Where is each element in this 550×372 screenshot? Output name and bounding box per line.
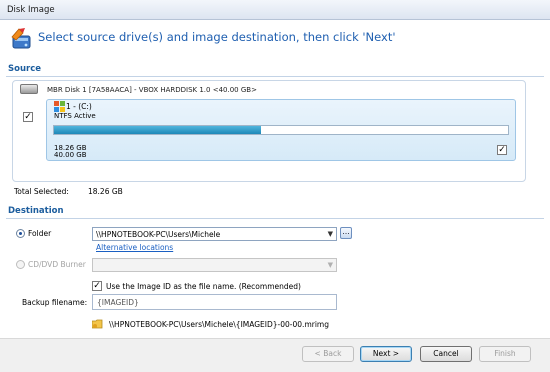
use-image-id-label: Use the Image ID as the file name. (Reco… [106, 282, 301, 291]
use-image-id-checkbox[interactable]: ✓ [92, 281, 102, 291]
cd-dvd-combo[interactable]: ▼ [92, 258, 337, 272]
folder-label: Folder [28, 229, 52, 238]
window-title: Disk Image [7, 5, 55, 15]
cd-dvd-label: CD/DVD Burner [28, 260, 86, 269]
disk-image-wizard-icon [11, 28, 31, 49]
folder-path-icon [92, 319, 103, 329]
partition-usage-fill [54, 126, 262, 134]
back-button[interactable]: < Back [302, 346, 354, 362]
partition-name: 1 - (C:) [66, 102, 92, 111]
chevron-down-icon: ▼ [327, 230, 333, 238]
partition-select-checkbox[interactable]: ✓ [497, 145, 507, 155]
source-divider [6, 76, 544, 77]
hard-disk-icon [20, 84, 38, 94]
cd-dvd-radio[interactable] [16, 260, 25, 269]
backup-filename-value: {IMAGEID} [97, 298, 139, 307]
source-section-title: Source [8, 64, 42, 74]
wizard-header: Select source drive(s) and image destina… [0, 21, 550, 57]
next-button[interactable]: Next > [360, 346, 412, 362]
destination-divider [6, 218, 544, 219]
total-selected-label: Total Selected: [14, 187, 69, 196]
backup-filename-label: Backup filename: [22, 298, 88, 307]
folder-radio[interactable] [16, 229, 25, 238]
chevron-down-icon: ▼ [327, 261, 333, 269]
partition-usage-bar [53, 125, 509, 135]
destination-section-title: Destination [8, 206, 64, 216]
page-heading: Select source drive(s) and image destina… [38, 30, 396, 44]
disk-select-checkbox[interactable]: ✓ [23, 112, 33, 122]
resolved-path: \\HPNOTEBOOK-PC\Users\Michele\{IMAGEID}-… [109, 320, 329, 329]
alternative-locations-link[interactable]: Alternative locations [96, 243, 173, 252]
disk-label: MBR Disk 1 [7A58AACA] - VBOX HARDDISK 1.… [47, 86, 257, 94]
backup-filename-input[interactable]: {IMAGEID} [92, 294, 337, 310]
folder-combo[interactable]: \\HPNOTEBOOK-PC\Users\Michele ▼ [92, 227, 337, 241]
cancel-button[interactable]: Cancel [420, 346, 472, 362]
finish-button[interactable]: Finish [479, 346, 531, 362]
browse-folder-button[interactable]: ... [340, 227, 352, 239]
windows-partition-icon [54, 101, 65, 112]
partition-type: NTFS Active [54, 112, 96, 120]
partition-total-size: 40.00 GB [54, 151, 87, 159]
title-bar: Disk Image [0, 0, 550, 20]
folder-value: \\HPNOTEBOOK-PC\Users\Michele [96, 230, 221, 239]
total-selected-value: 18.26 GB [88, 187, 123, 196]
